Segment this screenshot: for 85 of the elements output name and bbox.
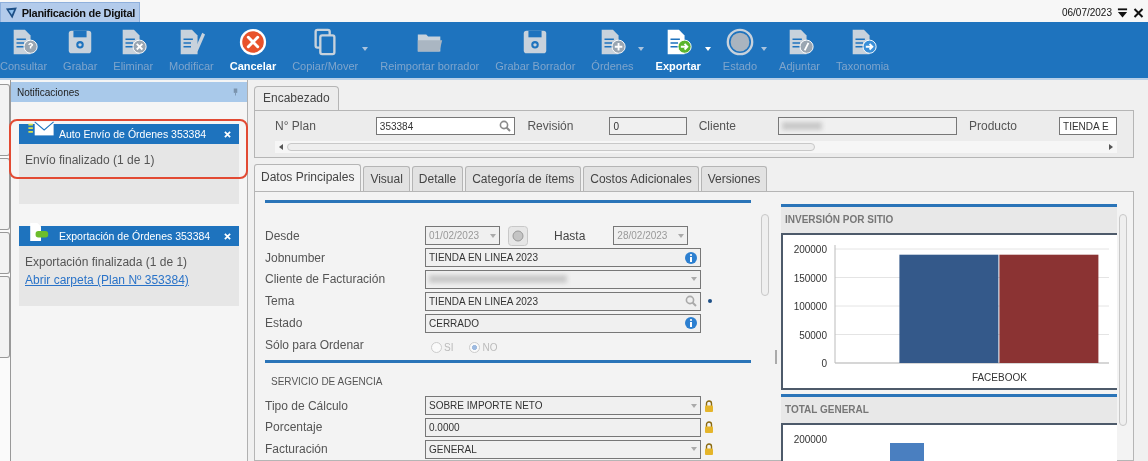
date-text: 06/07/2023 — [1061, 7, 1112, 18]
axis-tick-label: 200000 — [793, 244, 827, 255]
category-label: FACEBOOK — [971, 372, 1027, 383]
side-tab[interactable] — [0, 276, 10, 358]
notification-title: Auto Envío de Órdenes 353384 — [59, 128, 208, 140]
tab[interactable]: Costos Adicionales — [583, 166, 699, 191]
date-field[interactable]: 01/02/2023 — [425, 226, 500, 246]
tab[interactable]: Datos Principales — [254, 164, 362, 191]
folder-link[interactable]: Abrir carpeta (Plan Nº 353384) — [25, 273, 233, 287]
caret-icon[interactable] — [637, 47, 644, 51]
input-field[interactable]: TIENDA EN LINEA 2023 — [425, 248, 701, 268]
axis-tick-label: 50000 — [799, 329, 827, 341]
field-label: Producto — [969, 119, 1018, 133]
input-field[interactable]: TIENDA EN LINEA 2023 — [425, 291, 701, 311]
field-label: Hasta — [554, 228, 586, 243]
input-field[interactable]: 0.0000 — [425, 417, 701, 437]
calendar-button-icon[interactable] — [508, 225, 528, 246]
field-label: Sólo para Ordenar — [265, 337, 365, 352]
caret-icon[interactable] — [362, 47, 369, 51]
info-icon[interactable] — [685, 317, 697, 329]
left-arrow-icon[interactable] — [279, 144, 283, 150]
tab[interactable]: Detalle — [411, 166, 464, 191]
notification-title: Exportación de Órdenes 353384 — [59, 230, 212, 242]
right-arrow-icon[interactable] — [1109, 144, 1113, 150]
header-tab[interactable]: Encabezado — [254, 86, 339, 110]
info-icon[interactable] — [685, 251, 697, 264]
close-icon[interactable] — [1133, 7, 1144, 18]
field-label: Revisión — [527, 119, 574, 133]
field-label: N° Plan — [275, 119, 316, 133]
field-label: Estado — [265, 316, 304, 330]
caret-icon[interactable] — [704, 47, 711, 51]
input-field[interactable]: 353384 — [375, 117, 516, 135]
axis-tick-label: 0 — [821, 358, 827, 369]
padlock-icon — [704, 399, 714, 412]
side-tab[interactable] — [0, 84, 10, 156]
caret-icon — [691, 403, 697, 408]
field-label: Tipo de Cálculo — [265, 398, 349, 413]
input-field[interactable] — [778, 117, 957, 135]
field-label: Desde — [265, 228, 301, 243]
required-dot-icon — [708, 299, 712, 304]
side-tab[interactable] — [0, 232, 10, 274]
input-field[interactable]: TIENDA E — [1059, 117, 1117, 135]
search-icon[interactable] — [499, 120, 512, 132]
toolbar-button[interactable]: Cancelar — [221, 27, 285, 72]
tab[interactable]: Visual — [363, 166, 410, 191]
input-field[interactable]: GENERAL — [425, 439, 701, 459]
scrollbar[interactable] — [275, 141, 1117, 153]
chart-title: INVERSIÓN POR SITIO — [784, 212, 895, 227]
input-field[interactable] — [425, 269, 701, 289]
window-tab[interactable]: Planificación de Digital — [0, 2, 140, 22]
field-label: Tema — [265, 294, 296, 309]
input-field[interactable]: 0 — [609, 117, 687, 135]
tab[interactable]: Versiones — [700, 166, 768, 191]
input-field[interactable]: CERRADO — [425, 313, 701, 333]
side-tab[interactable] — [0, 158, 10, 230]
caret-icon[interactable] — [761, 47, 768, 51]
chart-bar — [890, 443, 924, 461]
chart-title: TOTAL GENERAL — [784, 403, 870, 417]
input-field[interactable]: SOBRE IMPORTE NETO — [425, 396, 701, 416]
axis-tick-label: 100000 — [793, 301, 827, 312]
search-icon[interactable] — [685, 295, 697, 308]
caret-icon — [691, 277, 697, 282]
padlock-icon — [704, 421, 714, 434]
axis-tick-label: 200000 — [793, 434, 827, 445]
notification-message: Exportación finalizada (1 de 1) — [25, 255, 189, 269]
field-label: Jobnumber — [265, 250, 327, 265]
field-label: Facturación — [265, 442, 329, 457]
redacted-text — [782, 122, 822, 130]
pin-icon[interactable] — [232, 88, 239, 96]
axis-tick-label: 150000 — [793, 272, 827, 284]
caret-icon — [490, 233, 496, 238]
padlock-icon — [704, 443, 714, 456]
panel-title: Notificaciones — [17, 86, 80, 98]
caret-icon — [678, 233, 685, 238]
field-label: Cliente — [698, 119, 736, 133]
date-field[interactable]: 28/02/2023 — [613, 226, 689, 246]
caret-icon — [691, 447, 697, 452]
toolbar-button[interactable]: Exportar — [647, 27, 709, 72]
dropdown-icon[interactable] — [1117, 7, 1128, 18]
section-heading: SERVICIO DE AGENCIA — [271, 375, 383, 387]
tab[interactable]: Categoría de ítems — [465, 166, 582, 191]
logo-icon — [5, 5, 18, 20]
field-label: Porcentaje — [265, 420, 324, 435]
field-label: Cliente de Facturación — [265, 272, 387, 287]
notification-message: Envío finalizado (1 de 1) — [25, 153, 156, 167]
